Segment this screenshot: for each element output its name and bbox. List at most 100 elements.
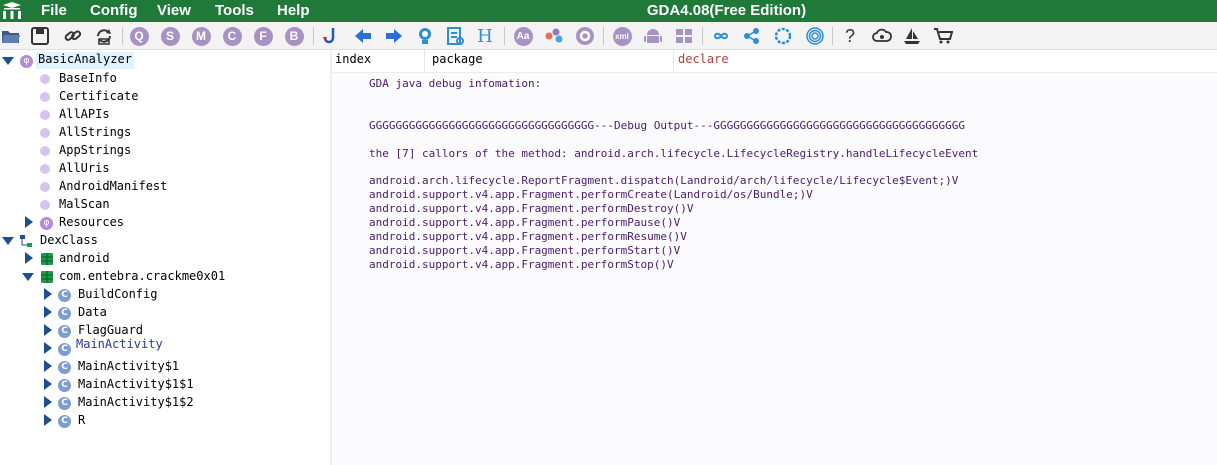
header-letter: H: [477, 25, 493, 47]
xml-icon[interactable]: xml: [611, 25, 633, 47]
tree-node-label: BasicAnalyzer: [38, 52, 132, 66]
tree-node-label: FlagGuard: [78, 323, 144, 337]
menu-file[interactable]: File: [41, 2, 67, 19]
tree-node-baseinfo[interactable]: BaseInfo: [0, 70, 330, 88]
expand-icon[interactable]: [44, 288, 52, 300]
back-icon[interactable]: [352, 25, 374, 47]
decompile-icon[interactable]: [444, 25, 466, 47]
refresh-icon[interactable]: [93, 25, 115, 47]
column-declare[interactable]: declare: [678, 52, 729, 66]
bytecode-letter: B: [284, 26, 304, 46]
class-icon: C: [58, 307, 71, 320]
menu-config[interactable]: Config: [90, 2, 137, 19]
tree-node-class-mainactivity-1-2[interactable]: C MainActivity$1$2: [0, 394, 330, 412]
tree-node-label: R: [78, 413, 86, 427]
method-search-icon[interactable]: M: [190, 25, 212, 47]
class-icon: C: [58, 397, 71, 410]
infinity-icon[interactable]: [710, 25, 732, 47]
jump-icon[interactable]: [320, 25, 342, 47]
tree-node-class-flagguard[interactable]: C FlagGuard: [0, 322, 330, 340]
ship-icon[interactable]: [901, 25, 923, 47]
open-folder-icon[interactable]: [0, 25, 22, 47]
cart-icon[interactable]: [932, 25, 954, 47]
caller-line: android.support.v4.app.Fragment.performC…: [369, 188, 813, 201]
help-letter: ?: [844, 25, 855, 46]
tree-node-dexclass[interactable]: DexClass: [0, 232, 330, 250]
tree-node-allapis[interactable]: AllAPIs: [0, 106, 330, 124]
expand-icon[interactable]: [44, 306, 52, 318]
expand-icon[interactable]: [44, 324, 52, 336]
class-icon: C: [58, 379, 71, 392]
tree-node-class-mainactivity-1[interactable]: C MainActivity$1: [0, 358, 330, 376]
debug-output-panel[interactable]: GDA java debug infomation: GGGGGGGGGGGGG…: [332, 72, 1217, 465]
tree-node-label: MalScan: [59, 197, 110, 211]
caller-line: android.arch.lifecycle.ReportFragment.di…: [369, 174, 959, 187]
tree-node-class-mainactivity[interactable]: C MainActivity: [0, 337, 330, 358]
link-icon[interactable]: [62, 25, 84, 47]
search-icon[interactable]: Q: [128, 25, 150, 47]
share-icon[interactable]: [741, 25, 763, 47]
tree-node-basic-analyzer[interactable]: φ BasicAnalyzer: [0, 52, 330, 70]
class-search-icon[interactable]: C: [221, 25, 243, 47]
toolbar-separator: [504, 27, 505, 45]
tree-node-class-data[interactable]: C Data: [0, 304, 330, 322]
column-divider[interactable]: [673, 50, 674, 72]
class-icon: C: [58, 361, 71, 374]
field-letter: F: [253, 26, 273, 46]
tree-node-resources[interactable]: φ Resources: [0, 214, 330, 232]
toolbar-separator: [702, 27, 703, 45]
tree-node-package-crackme[interactable]: com.entebra.crackme0x01: [0, 268, 330, 286]
tree-node-allstrings[interactable]: AllStrings: [0, 124, 330, 142]
output-separator: GGGGGGGGGGGGGGGGGGGGGGGGGGGGGGGGGG---Deb…: [369, 119, 966, 132]
expand-icon[interactable]: [44, 378, 52, 390]
tree-node-class-r[interactable]: C R: [0, 412, 330, 430]
tree-node-package-android[interactable]: android: [0, 250, 330, 268]
expand-icon[interactable]: [44, 396, 52, 408]
help-icon[interactable]: ?: [839, 25, 861, 47]
tree-node-label: AppStrings: [59, 143, 132, 157]
bulb-icon[interactable]: [414, 25, 436, 47]
tree-node-certificate[interactable]: Certificate: [0, 88, 330, 106]
tree-node-class-mainactivity-1-1[interactable]: C MainActivity$1$1: [0, 376, 330, 394]
bytecode-search-icon[interactable]: B: [283, 25, 305, 47]
expand-icon[interactable]: [25, 216, 33, 228]
graph-icon[interactable]: [543, 25, 565, 47]
expand-icon[interactable]: [44, 414, 52, 426]
field-search-icon[interactable]: F: [252, 25, 274, 47]
forward-icon[interactable]: [383, 25, 405, 47]
method-letter: M: [191, 26, 211, 46]
settings-icon[interactable]: [574, 25, 596, 47]
header-icon[interactable]: H: [474, 25, 496, 47]
title-bar: File Config View Tools Help GDA4.08(Free…: [0, 0, 1217, 22]
menu-tools[interactable]: Tools: [215, 2, 254, 19]
app-logo-icon: [0, 1, 24, 21]
menu-view[interactable]: View: [157, 2, 191, 19]
collapse-icon[interactable]: [22, 273, 34, 281]
tree-node-class-buildconfig[interactable]: C BuildConfig: [0, 286, 330, 304]
collapse-icon[interactable]: [2, 237, 14, 245]
expand-icon[interactable]: [44, 360, 52, 372]
menu-help[interactable]: Help: [277, 2, 310, 19]
column-index[interactable]: index: [335, 52, 371, 66]
leaf-dot-icon: [40, 182, 50, 192]
tree-node-appstrings[interactable]: AppStrings: [0, 142, 330, 160]
analyzer-icon: φ: [20, 55, 33, 68]
column-package[interactable]: package: [432, 52, 483, 66]
windows-icon[interactable]: [673, 25, 695, 47]
fingerprint-icon[interactable]: [804, 25, 826, 47]
tree-node-label: android: [59, 251, 110, 265]
collapse-icon[interactable]: [2, 57, 14, 65]
android-icon[interactable]: [642, 25, 664, 47]
loop-icon[interactable]: [772, 25, 794, 47]
tree-node-androidmanifest[interactable]: AndroidManifest: [0, 178, 330, 196]
tree-node-malscan[interactable]: MalScan: [0, 196, 330, 214]
expand-icon[interactable]: [25, 252, 33, 264]
expand-icon[interactable]: [44, 342, 52, 354]
save-icon[interactable]: [29, 25, 51, 47]
tree-node-alluris[interactable]: AllUris: [0, 160, 330, 178]
column-divider[interactable]: [424, 50, 425, 72]
cloud-icon[interactable]: [871, 25, 893, 47]
string-search-icon[interactable]: S: [159, 25, 181, 47]
caller-line: android.support.v4.app.Fragment.performR…: [369, 230, 687, 243]
font-icon[interactable]: Aa: [512, 25, 534, 47]
